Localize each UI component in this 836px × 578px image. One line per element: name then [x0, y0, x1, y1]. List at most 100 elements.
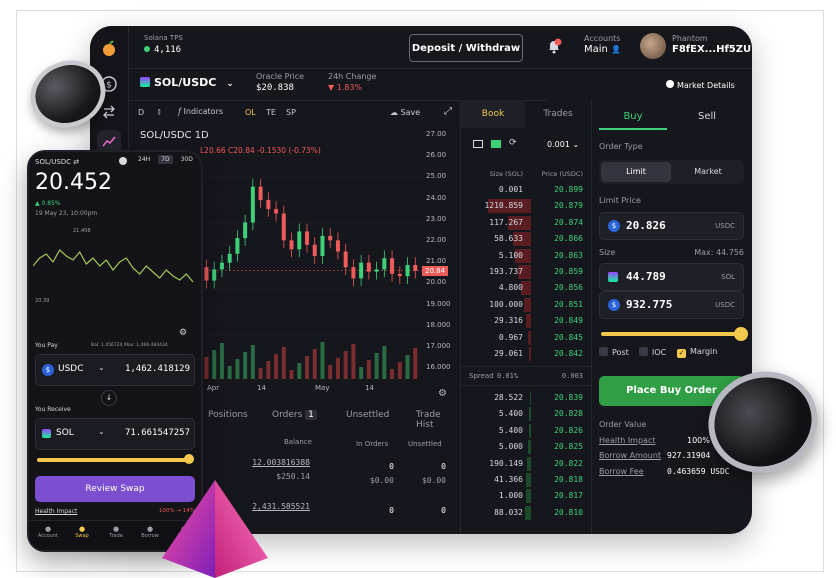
candle-type-icon[interactable]: ⫾ [158, 107, 161, 117]
market-selector[interactable]: SOL/USDC ⌄ [140, 76, 234, 89]
swap-direction-icon[interactable]: ↓ [101, 390, 117, 406]
phone-amount-slider[interactable] [37, 454, 194, 464]
size-base-value: 44.789 [626, 270, 666, 283]
orderbook-row[interactable]: 0.001 20.899 [461, 182, 591, 198]
indicators-button[interactable]: f Indicators [178, 107, 223, 116]
function-icon: f [178, 107, 181, 116]
mango-logo-icon[interactable] [97, 36, 121, 60]
order-size: 1210.859 [484, 201, 523, 211]
limit-price-label: Limit Price [599, 196, 641, 205]
receive-field[interactable]: SOL ⌄ 71.661547257 [35, 418, 195, 450]
order-price: 20.845 [554, 332, 583, 342]
orderbook-row[interactable]: 5.000 20.825 [461, 439, 591, 455]
tab-sell[interactable]: Sell [673, 106, 741, 128]
order-type-limit[interactable]: Limit [601, 162, 671, 182]
tab-buy[interactable]: Buy [599, 106, 667, 130]
size-slider-handle[interactable] [734, 327, 748, 341]
orderbook-row[interactable]: 4.800 20.856 [461, 280, 591, 296]
size-base-field[interactable]: 44.789 SOL [599, 263, 744, 291]
book-refresh-icon[interactable]: ⟳ [509, 138, 517, 148]
oracle-price-label: Oracle Price [256, 72, 305, 81]
orderbook-row[interactable]: 5.400 20.826 [461, 423, 591, 439]
phone-clock-icon[interactable] [119, 157, 127, 165]
range-tab[interactable]: 24H [135, 155, 153, 164]
spread-pct: 0.01% [497, 372, 519, 380]
ioc-checkbox[interactable]: IOC [639, 347, 666, 357]
nav-item-trade[interactable]: ● Trade [101, 525, 131, 539]
wallet-avatar[interactable] [640, 33, 666, 59]
tab-trade-history[interactable]: Trade Hist [416, 410, 460, 430]
orderbook-row[interactable]: 28.522 20.839 [461, 390, 591, 406]
orderbook-row[interactable]: 5.100 20.863 [461, 248, 591, 264]
orderbook-row[interactable]: 41.366 20.818 [461, 472, 591, 488]
range-tab[interactable]: 7D [158, 155, 173, 164]
order-size: 5.400 [498, 409, 523, 419]
phone-slider-handle[interactable] [184, 454, 194, 464]
orderbook-row[interactable]: 100.000 20.851 [461, 297, 591, 313]
order-price: 20.866 [554, 234, 583, 244]
accounts-value-text: Main [584, 44, 608, 55]
size-slider[interactable] [601, 327, 748, 341]
orderbook-row[interactable]: 58.633 20.866 [461, 231, 591, 247]
order-size: 0.001 [498, 185, 523, 194]
orderbook-row[interactable]: 0.967 20.845 [461, 330, 591, 346]
orderbook-row[interactable]: 190.149 20.822 [461, 456, 591, 472]
margin-checkbox[interactable]: ✓ Margin [677, 347, 717, 358]
tab-orders[interactable]: Orders 1 [272, 410, 317, 420]
orderbook-row[interactable]: 5.400 20.828 [461, 406, 591, 422]
pay-field[interactable]: $ USDC ⌄ 1,462.418129 [35, 354, 195, 386]
wallet-address[interactable]: F8fEX...Hf5ZU [672, 44, 751, 55]
tab-trades[interactable]: Trades [525, 100, 591, 128]
candle [243, 222, 248, 239]
range-tab[interactable]: 30D [178, 155, 196, 164]
market-details-link[interactable]: Market Details [666, 80, 735, 90]
sp-toggle[interactable]: SP [286, 108, 296, 117]
orderbook-row[interactable]: 117.267 20.874 [461, 215, 591, 231]
orderbook-row[interactable]: 88.032 20.810 [461, 505, 591, 521]
candle [374, 269, 379, 272]
current-price-tag: 20.84 [422, 265, 449, 276]
order-price: 20.842 [554, 349, 583, 358]
chart-settings-icon[interactable]: ⚙ [438, 388, 447, 399]
tab-positions[interactable]: Positions [208, 410, 248, 420]
borrow-amount-label: Borrow Amount [599, 451, 662, 460]
orderbook-row[interactable]: 193.737 20.859 [461, 264, 591, 280]
decorative-pyramid [162, 480, 268, 578]
volume-bar [320, 342, 325, 379]
notification-bell-icon[interactable] [546, 38, 562, 58]
max-size-link[interactable]: Max: 44.756 [694, 248, 744, 257]
book-both-view-icon[interactable] [473, 140, 483, 148]
price-chart[interactable] [185, 129, 463, 381]
tick-size-select[interactable]: 0.001 ⌄ [547, 140, 579, 149]
interval-button[interactable]: D [138, 108, 144, 117]
depth-bar [529, 347, 531, 361]
tab-unsettled[interactable]: Unsettled [346, 410, 389, 420]
post-checkbox[interactable]: Post [599, 347, 629, 357]
phone-price-chart[interactable] [33, 236, 195, 300]
phone-settings-icon[interactable]: ⚙ [179, 328, 187, 338]
size-quote-field[interactable]: $ 932.775 USDC [599, 291, 744, 319]
te-toggle[interactable]: TE [266, 108, 276, 117]
volume-bar [374, 353, 379, 379]
tab-book[interactable]: Book [461, 100, 525, 128]
receive-token[interactable]: SOL [56, 428, 74, 438]
nav-item-account[interactable]: ● Account [33, 525, 63, 539]
volume-bar [305, 356, 309, 379]
pay-token[interactable]: USDC [58, 364, 84, 374]
orderbook-row[interactable]: 1.000 20.817 [461, 488, 591, 504]
accounts-value[interactable]: Main 👤 [584, 44, 621, 55]
order-type-market[interactable]: Market [673, 162, 743, 182]
fullscreen-icon[interactable]: ⤢ [444, 106, 452, 117]
orderbook-row[interactable]: 29.316 20.849 [461, 313, 591, 329]
limit-price-field[interactable]: $ 20.826 USDC [599, 212, 744, 240]
limit-price-unit: USDC [715, 222, 735, 230]
ol-toggle[interactable]: OL [245, 108, 256, 117]
deposit-withdraw-button[interactable]: Deposit / Withdraw [409, 34, 523, 62]
nav-item-swap[interactable]: ● Swap [67, 525, 97, 539]
orderbook-row[interactable]: 29.061 20.842 [461, 346, 591, 362]
book-bids-view-icon[interactable] [491, 140, 501, 148]
orderbook-row[interactable]: 1210.859 20.879 [461, 198, 591, 214]
order-price: 20.817 [554, 491, 583, 501]
phone-pair[interactable]: SOL/USDC ⇄ [35, 158, 79, 166]
save-button[interactable]: ☁ Save [390, 108, 420, 117]
